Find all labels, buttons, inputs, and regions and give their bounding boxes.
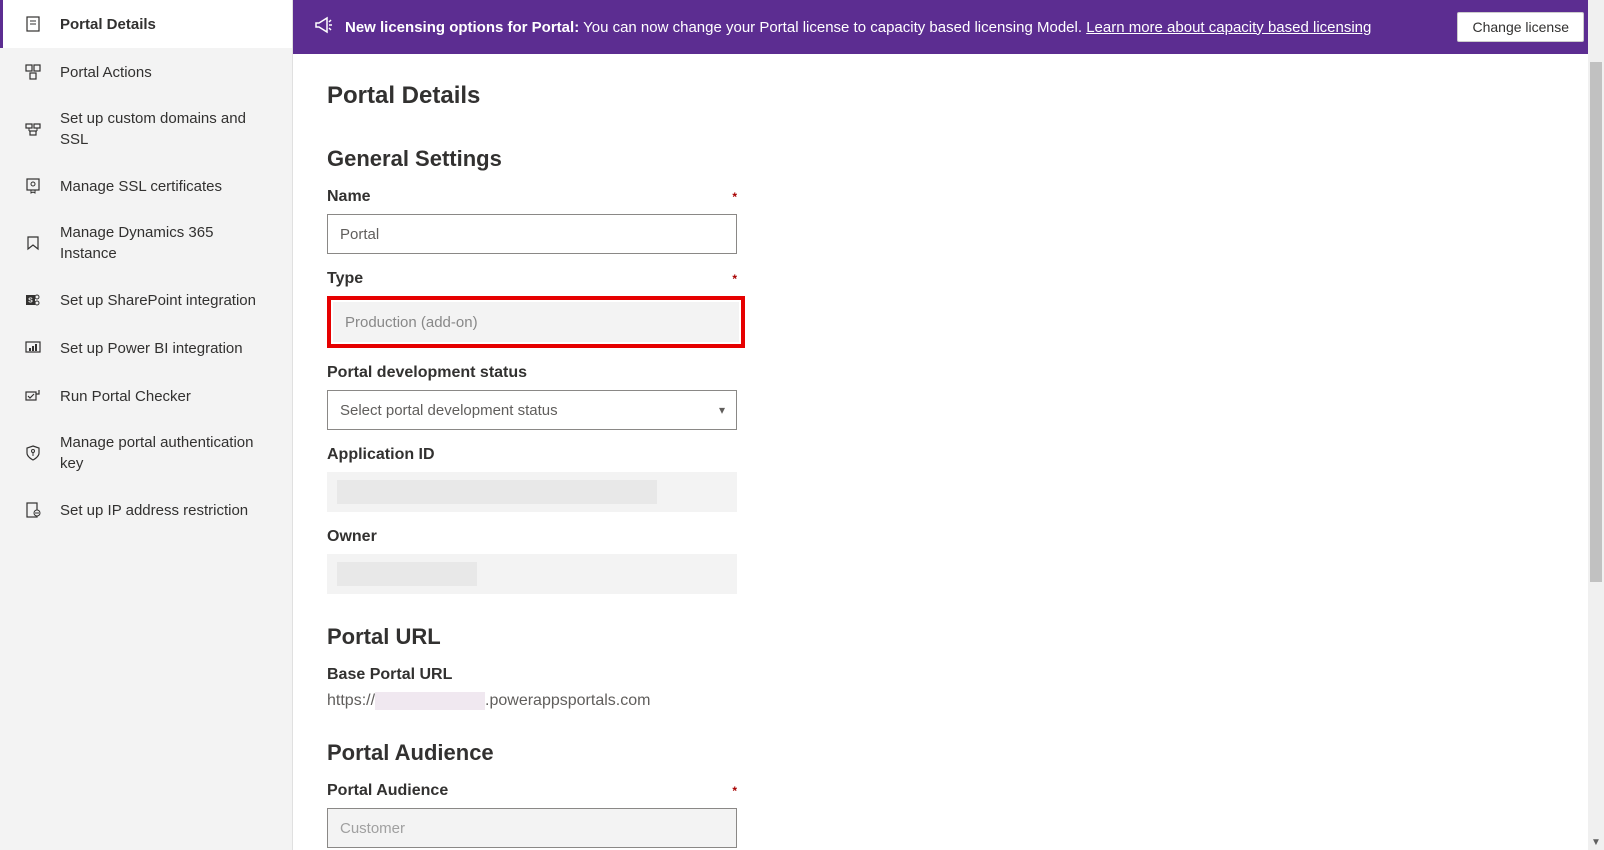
redacted-content	[337, 562, 477, 586]
banner-title: New licensing options for Portal:	[345, 19, 579, 36]
main-content: New licensing options for Portal: You ca…	[293, 0, 1604, 850]
megaphone-icon	[313, 15, 333, 39]
sidebar-item-dynamics[interactable]: Manage Dynamics 365 Instance	[0, 210, 292, 276]
banner-text: New licensing options for Portal: You ca…	[345, 19, 1445, 36]
ip-icon	[24, 501, 42, 519]
type-label: Type *	[327, 270, 737, 288]
name-input[interactable]	[327, 214, 737, 254]
owner-value	[327, 554, 737, 594]
sharepoint-icon: S	[24, 291, 42, 309]
sidebar-item-ssl-certificates[interactable]: Manage SSL certificates	[0, 162, 292, 210]
scrollbar-thumb[interactable]	[1590, 62, 1602, 582]
powerbi-icon	[24, 339, 42, 357]
content-area: Portal Details General Settings Name * T…	[293, 54, 1604, 850]
dev-status-select[interactable]: Select portal development status	[327, 390, 737, 430]
appid-label: Application ID	[327, 446, 737, 464]
change-license-button[interactable]: Change license	[1457, 12, 1584, 42]
sidebar-item-portal-actions[interactable]: Portal Actions	[0, 48, 292, 96]
page-title: Portal Details	[327, 82, 1570, 110]
required-star-icon: *	[732, 190, 737, 204]
appid-value	[327, 472, 737, 512]
svg-text:S: S	[28, 298, 33, 305]
sidebar-item-label: Manage Dynamics 365 Instance	[60, 222, 272, 264]
sidebar-item-portal-checker[interactable]: Run Portal Checker	[0, 372, 292, 420]
dynamics-icon	[24, 234, 42, 252]
audience-input	[327, 808, 737, 848]
checker-icon	[24, 387, 42, 405]
sidebar-item-label: Set up SharePoint integration	[60, 290, 256, 311]
actions-icon	[24, 63, 42, 81]
scroll-down-icon[interactable]: ▼	[1588, 834, 1604, 850]
owner-label: Owner	[327, 528, 737, 546]
certificate-icon	[24, 177, 42, 195]
general-settings-title: General Settings	[327, 146, 1570, 172]
required-star-icon: *	[732, 784, 737, 798]
sidebar-item-label: Set up custom domains and SSL	[60, 108, 272, 150]
dev-status-label: Portal development status	[327, 364, 737, 382]
shield-icon	[24, 444, 42, 462]
domains-icon	[24, 120, 42, 138]
sidebar-item-label: Portal Actions	[60, 62, 152, 83]
name-label: Name *	[327, 188, 737, 206]
sidebar-item-sharepoint[interactable]: S Set up SharePoint integration	[0, 276, 292, 324]
sidebar-item-label: Manage SSL certificates	[60, 176, 222, 197]
sidebar-item-powerbi[interactable]: Set up Power BI integration	[0, 324, 292, 372]
audience-label: Portal Audience *	[327, 782, 737, 800]
baseurl-label: Base Portal URL	[327, 666, 737, 684]
sidebar-item-label: Portal Details	[60, 14, 156, 35]
sidebar-item-auth-key[interactable]: Manage portal authentication key	[0, 420, 292, 486]
sidebar-item-portal-details[interactable]: Portal Details	[0, 0, 292, 48]
sidebar-item-label: Run Portal Checker	[60, 386, 191, 407]
document-icon	[24, 15, 42, 33]
licensing-banner: New licensing options for Portal: You ca…	[293, 0, 1604, 54]
sidebar-item-label: Set up IP address restriction	[60, 500, 248, 521]
sidebar-item-label: Set up Power BI integration	[60, 338, 243, 359]
required-star-icon: *	[732, 272, 737, 286]
sidebar-item-ip-restriction[interactable]: Set up IP address restriction	[0, 486, 292, 534]
banner-message: You can now change your Portal license t…	[583, 19, 1082, 36]
type-input	[333, 302, 739, 342]
type-highlight	[327, 296, 745, 348]
banner-link[interactable]: Learn more about capacity based licensin…	[1086, 19, 1371, 36]
portal-audience-title: Portal Audience	[327, 740, 1570, 766]
redacted-content	[375, 692, 485, 710]
sidebar: Portal Details Portal Actions Set up cus…	[0, 0, 293, 850]
scrollbar[interactable]: ▼	[1588, 0, 1604, 850]
sidebar-item-label: Manage portal authentication key	[60, 432, 272, 474]
sidebar-item-custom-domains[interactable]: Set up custom domains and SSL	[0, 96, 292, 162]
redacted-content	[337, 480, 657, 504]
portal-url-title: Portal URL	[327, 624, 1570, 650]
url-value: https://.powerappsportals.com	[327, 692, 1570, 710]
